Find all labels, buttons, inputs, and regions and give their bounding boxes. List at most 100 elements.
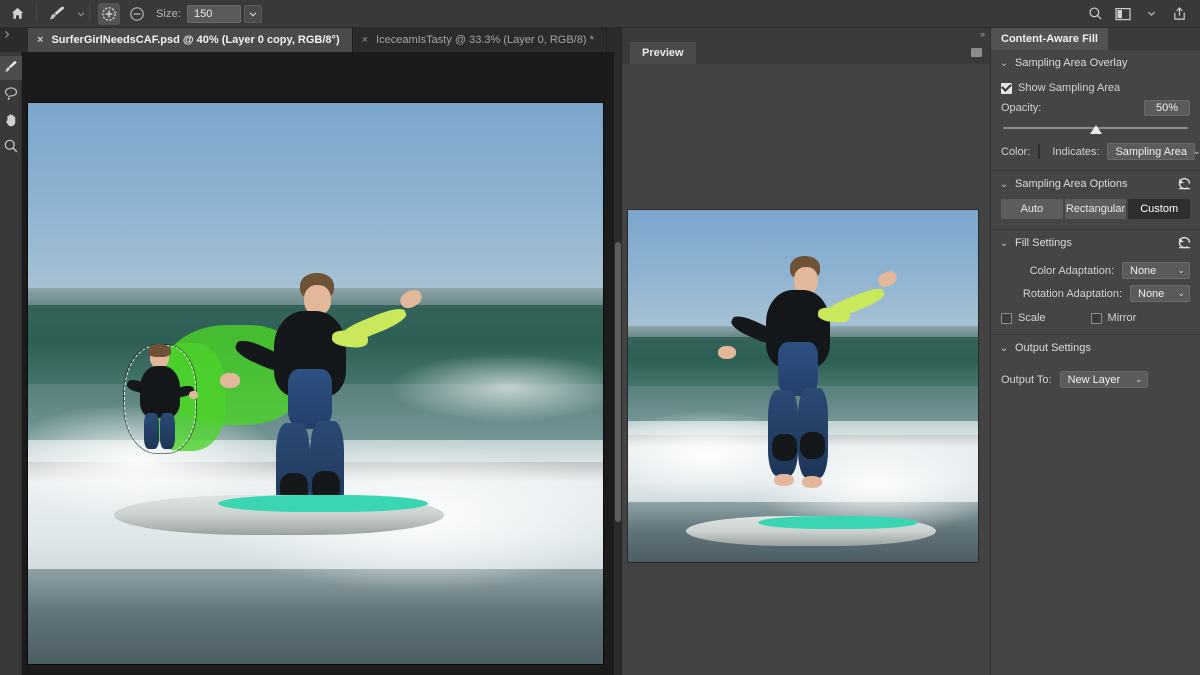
tab-close-icon[interactable]: × xyxy=(37,35,43,46)
section-header-output-settings[interactable]: ⌄ Output Settings xyxy=(991,335,1200,361)
reset-icon[interactable] xyxy=(1177,176,1192,195)
rotation-adaptation-label: Rotation Adaptation: xyxy=(1023,288,1122,300)
panel-menu-icon[interactable] xyxy=(971,48,982,57)
rotation-adaptation-dropdown[interactable]: None ⌄ xyxy=(1130,285,1190,302)
workspace-layout-icon[interactable] xyxy=(1110,1,1136,27)
section-header-fill-settings[interactable]: ⌄ Fill Settings xyxy=(991,230,1200,256)
indicates-label: Indicates: xyxy=(1052,146,1099,158)
search-icon[interactable] xyxy=(1082,1,1108,27)
photo-sky xyxy=(28,103,603,294)
section-header-sampling-options[interactable]: ⌄ Sampling Area Options xyxy=(991,171,1200,197)
tab-content-aware-fill[interactable]: Content-Aware Fill xyxy=(991,28,1108,50)
chevron-down-icon: ⌄ xyxy=(1177,288,1185,299)
chevron-down-icon: ⌄ xyxy=(1193,146,1200,157)
photoshop-window: Size: 150 xyxy=(0,0,1200,675)
workspace-chevron-icon[interactable] xyxy=(1138,1,1164,27)
hand-tool[interactable] xyxy=(0,108,22,132)
section-sampling-area-overlay: ⌄ Sampling Area Overlay Show Sampling Ar… xyxy=(991,50,1200,171)
output-to-label: Output To: xyxy=(1001,374,1052,386)
section-title: Sampling Area Options xyxy=(1015,178,1128,190)
section-header-sampling-overlay[interactable]: ⌄ Sampling Area Overlay xyxy=(991,50,1200,76)
options-bar-right-group xyxy=(1082,1,1200,27)
color-adaptation-label: Color Adaptation: xyxy=(1030,265,1114,277)
rotation-adaptation-row: Rotation Adaptation: None ⌄ xyxy=(991,285,1200,302)
chevron-down-icon[interactable]: ⌄ xyxy=(997,58,1011,69)
caf-tool-strip xyxy=(0,52,22,675)
caf-tab-row: Content-Aware Fill xyxy=(991,28,1200,50)
output-to-value: New Layer xyxy=(1068,374,1129,386)
show-sampling-area-row[interactable]: Show Sampling Area xyxy=(991,82,1200,94)
canvas-image-surfer[interactable] xyxy=(28,103,603,664)
panel-collapse-icon[interactable] xyxy=(0,28,28,52)
color-adaptation-row: Color Adaptation: None ⌄ xyxy=(991,262,1200,279)
content-aware-fill-panel: Content-Aware Fill ⌄ Sampling Area Overl… xyxy=(990,28,1200,675)
tab-close-icon[interactable]: × xyxy=(362,35,368,46)
opacity-row: Opacity: 50% xyxy=(991,100,1200,116)
section-output-settings: ⌄ Output Settings Output To: New Layer ⌄ xyxy=(991,335,1200,398)
home-icon[interactable] xyxy=(0,0,34,28)
color-adaptation-dropdown[interactable]: None ⌄ xyxy=(1122,262,1190,279)
share-icon[interactable] xyxy=(1166,1,1192,27)
scale-checkbox[interactable] xyxy=(1001,313,1012,324)
scale-mirror-row: Scale Mirror xyxy=(991,312,1200,324)
chevron-down-icon[interactable]: ⌄ xyxy=(997,179,1011,190)
section-title: Sampling Area Overlay xyxy=(1015,57,1128,69)
preview-panel: » Preview xyxy=(622,28,990,675)
preview-surfer-girl xyxy=(714,256,874,526)
output-to-row: Output To: New Layer ⌄ xyxy=(991,371,1200,388)
preview-image-result[interactable] xyxy=(628,210,978,562)
sampling-brush-tool[interactable] xyxy=(0,56,22,80)
brush-add-icon[interactable] xyxy=(98,3,120,25)
tab-label: SurferGirlNeedsCAF.psd @ 40% (Layer 0 co… xyxy=(51,34,339,46)
zoom-tool[interactable] xyxy=(0,134,22,158)
surfboard-stripe xyxy=(218,495,428,512)
canvas-vertical-scrollbar[interactable] xyxy=(614,52,622,675)
tab-preview[interactable]: Preview xyxy=(630,42,696,64)
scale-label: Scale xyxy=(1018,312,1046,324)
lasso-tool[interactable] xyxy=(0,82,22,106)
toolbar-divider xyxy=(36,5,37,23)
brush-preset-caret-icon[interactable] xyxy=(75,0,87,28)
preview-tab-row: Preview xyxy=(622,42,990,64)
chevron-down-icon[interactable]: ⌄ xyxy=(997,238,1011,249)
preview-panel-body xyxy=(622,64,990,675)
opacity-slider[interactable] xyxy=(1003,125,1188,137)
brush-subtract-icon[interactable] xyxy=(126,3,148,25)
sampling-mode-custom-button[interactable]: Custom xyxy=(1128,199,1190,219)
background-surfer xyxy=(128,347,194,451)
overlay-color-swatch[interactable] xyxy=(1038,144,1040,159)
chevron-down-icon[interactable]: ⌄ xyxy=(997,343,1011,354)
document-canvas-area[interactable] xyxy=(22,52,614,675)
show-sampling-area-label: Show Sampling Area xyxy=(1018,82,1120,94)
sampling-mode-rectangular-button[interactable]: Rectangular xyxy=(1065,199,1127,219)
opacity-value-input[interactable]: 50% xyxy=(1144,100,1190,116)
brush-size-dropdown-icon[interactable] xyxy=(244,5,262,23)
mirror-label: Mirror xyxy=(1108,312,1137,324)
brush-icon[interactable] xyxy=(39,0,75,28)
reset-icon[interactable] xyxy=(1177,235,1192,254)
sampling-mode-auto-button[interactable]: Auto xyxy=(1001,199,1063,219)
color-adaptation-value: None xyxy=(1130,265,1171,277)
preview-surfboard-stripe xyxy=(758,516,918,529)
section-title: Output Settings xyxy=(1015,342,1091,354)
mirror-checkbox[interactable] xyxy=(1091,313,1102,324)
toolbar-divider-2 xyxy=(89,5,90,23)
preview-expand-icon[interactable]: » xyxy=(980,29,984,39)
section-title: Fill Settings xyxy=(1015,237,1072,249)
chevron-down-icon: ⌄ xyxy=(1135,374,1143,385)
opacity-label: Opacity: xyxy=(1001,102,1041,114)
indicates-value: Sampling Area xyxy=(1115,146,1187,158)
indicates-dropdown[interactable]: Sampling Area ⌄ xyxy=(1107,143,1195,160)
show-sampling-area-checkbox[interactable] xyxy=(1001,83,1012,94)
document-tab-surfergirl[interactable]: × SurferGirlNeedsCAF.psd @ 40% (Layer 0 … xyxy=(28,28,353,52)
section-sampling-area-options: ⌄ Sampling Area Options Auto Rectangular… xyxy=(991,171,1200,230)
color-label: Color: xyxy=(1001,146,1030,158)
document-tab-iceceam[interactable]: × IceceamIsTasty @ 33.3% (Layer 0, RGB/8… xyxy=(353,28,607,52)
brush-size-label: Size: xyxy=(156,8,181,20)
output-to-dropdown[interactable]: New Layer ⌄ xyxy=(1060,371,1148,388)
overlay-color-row: Color: Indicates: Sampling Area ⌄ xyxy=(991,143,1200,160)
scrollbar-thumb[interactable] xyxy=(615,242,621,522)
brush-size-input[interactable]: 150 xyxy=(187,5,241,23)
opacity-slider-knob[interactable] xyxy=(1090,125,1102,134)
section-fill-settings: ⌄ Fill Settings Color Adaptation: None ⌄ xyxy=(991,230,1200,335)
